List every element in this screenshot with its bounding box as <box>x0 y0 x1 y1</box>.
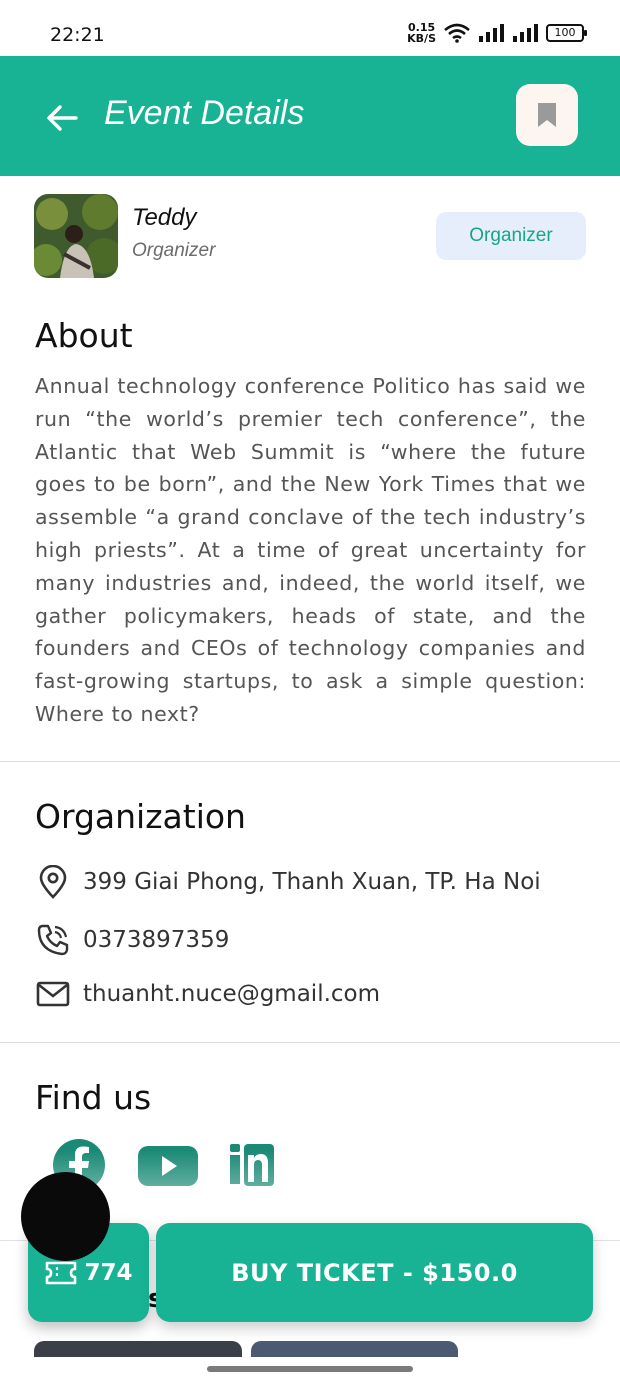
about-title: About <box>35 316 133 355</box>
status-icons: 0.15 KB/S 100 <box>407 22 587 44</box>
home-indicator[interactable] <box>207 1366 413 1372</box>
organizer-badge[interactable]: Organizer <box>436 212 586 260</box>
divider <box>0 1042 620 1043</box>
organizer-card: Teddy Organizer Organizer <box>34 194 586 278</box>
wifi-icon <box>444 23 470 43</box>
ticket-count: 774 <box>84 1259 133 1286</box>
mail-icon <box>35 976 71 1012</box>
address-text: 399 Giai Phong, Thanh Xuan, TP. Ha Noi <box>83 869 541 895</box>
divider <box>0 761 620 762</box>
organizer-role: Organizer <box>132 240 216 261</box>
organizer-name: Teddy <box>132 204 197 231</box>
floating-assistive-button[interactable] <box>21 1172 110 1261</box>
status-bar: 22:21 0.15 KB/S 100 <box>0 0 620 56</box>
organizer-avatar[interactable] <box>34 194 118 278</box>
network-speed: 0.15 KB/S <box>407 22 436 44</box>
email-text: thuanht.nuce@gmail.com <box>83 981 381 1007</box>
address-row[interactable]: 399 Giai Phong, Thanh Xuan, TP. Ha Noi <box>35 862 595 902</box>
bookmark-icon <box>538 103 556 127</box>
about-text: Annual technology conference Politico ha… <box>35 374 586 726</box>
organization-title: Organization <box>35 797 246 836</box>
buy-ticket-button[interactable]: BUY TICKET - $150.0 <box>156 1223 593 1322</box>
phone-text: 0373897359 <box>83 927 230 953</box>
page-title: Event Details <box>104 94 305 132</box>
phone-row[interactable]: 0373897359 <box>35 920 595 960</box>
email-row[interactable]: thuanht.nuce@gmail.com <box>35 974 595 1014</box>
avatar-image <box>34 194 118 278</box>
status-time: 22:21 <box>50 24 105 46</box>
network-speed-unit: KB/S <box>407 32 436 45</box>
ticket-icon <box>46 1261 77 1284</box>
find-us-title: Find us <box>35 1078 152 1117</box>
back-button[interactable] <box>44 100 80 136</box>
signal-icon-2 <box>513 24 538 42</box>
location-pin-icon <box>35 864 71 900</box>
battery-indicator: 100 <box>546 24 587 42</box>
phone-icon <box>35 922 71 958</box>
arrow-left-icon <box>47 105 78 131</box>
signal-icon <box>479 24 504 42</box>
bookmark-button[interactable] <box>516 84 578 146</box>
app-header: Event Details <box>0 56 620 176</box>
